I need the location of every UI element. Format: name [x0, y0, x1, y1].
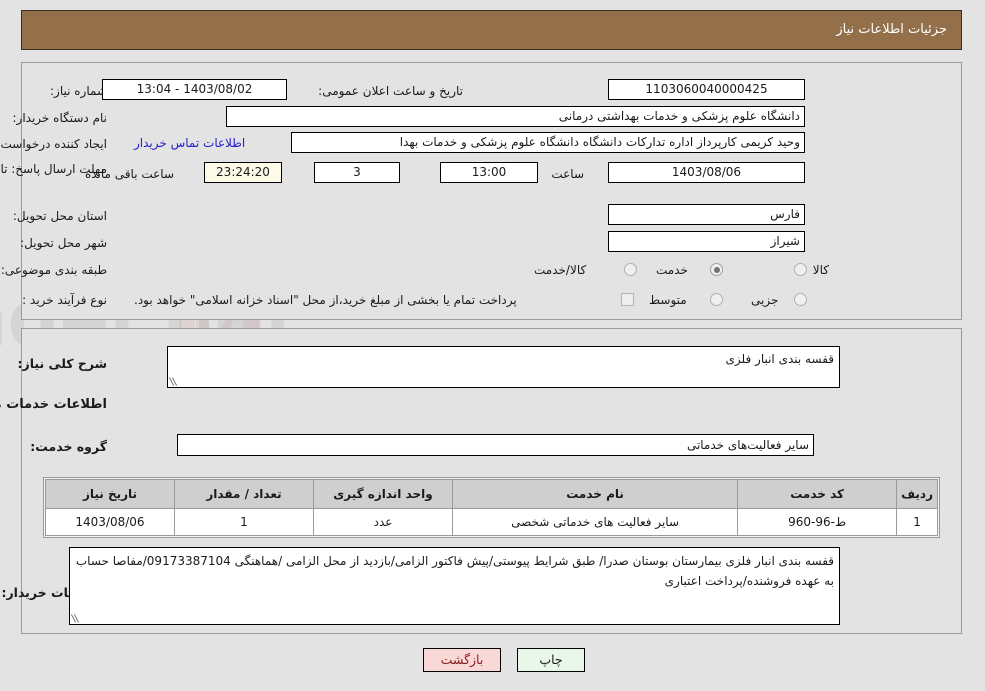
requester-label: ایجاد کننده درخواست: — [0, 137, 108, 151]
need-number-value: 1103060040000425 — [609, 79, 806, 100]
service-group-label: گروه خدمت: — [31, 439, 108, 454]
radio-process-motavasset[interactable] — [711, 293, 724, 306]
radio-category-kala-khedmat-label: کالا/خدمت — [535, 263, 588, 277]
countdown-timer-label: ساعت باقی مانده — [85, 167, 175, 181]
delivery-province-value: فارس — [609, 204, 806, 225]
table-header-row: ردیف کد خدمت نام خدمت واحد اندازه گیری ت… — [46, 479, 939, 509]
col-row: ردیف — [897, 479, 939, 509]
islamic-treasury-note: پرداخت تمام یا بخشی از مبلغ خرید،از محل … — [135, 293, 518, 307]
table-row: 1 ط-96-960 سایر فعالیت های خدماتی شخصی ع… — [46, 508, 939, 536]
buyer-contact-link[interactable]: اطلاعات تماس خریدار — [135, 136, 246, 150]
service-items-table: ردیف کد خدمت نام خدمت واحد اندازه گیری ت… — [46, 479, 939, 536]
announce-datetime-value: 1403/08/02 - 13:04 — [103, 79, 288, 100]
buyer-organization-value: دانشگاه علوم پزشکی و خدمات بهداشتی درمان… — [227, 106, 806, 127]
cell-code: ط-96-960 — [738, 508, 899, 536]
cell-qty: 1 — [175, 508, 315, 536]
col-date: تاریخ نیاز — [46, 479, 176, 509]
general-description-value: قفسه بندی انبار فلزی — [726, 352, 835, 366]
cell-row: 1 — [897, 508, 939, 536]
radio-category-kala-khedmat[interactable] — [625, 263, 638, 276]
service-items-table-wrapper: ردیف کد خدمت نام خدمت واحد اندازه گیری ت… — [44, 477, 941, 538]
buyer-notes-textarea[interactable]: قفسه بندی انبار فلزی بیمارستان بوستان صد… — [70, 547, 841, 625]
buyer-notes-value: قفسه بندی انبار فلزی بیمارستان بوستان صد… — [76, 554, 835, 588]
checkbox-islamic-treasury[interactable] — [622, 293, 635, 306]
purchase-process-label: نوع فرآیند خرید : — [23, 293, 108, 307]
deadline-date-value: 1403/08/06 — [609, 162, 806, 183]
delivery-city-label: شهر محل تحویل: — [21, 236, 108, 250]
radio-process-jozei-label: جزیی — [752, 293, 780, 307]
cell-unit: عدد — [314, 508, 454, 536]
buyer-organization-label: نام دستگاه خریدار: — [13, 111, 109, 125]
remaining-days-value: 3 — [315, 162, 401, 183]
col-unit: واحد اندازه گیری — [314, 479, 454, 509]
col-qty: تعداد / مقدار — [175, 479, 315, 509]
need-summary-panel — [22, 62, 963, 320]
deadline-hour-value: 13:00 — [441, 162, 539, 183]
window-title-bar: جزئیات اطلاعات نیاز — [22, 10, 963, 50]
cell-name: سایر فعالیت های خدماتی شخصی — [452, 508, 740, 536]
resize-grip-icon[interactable] — [171, 376, 181, 386]
subject-category-label: طبقه بندی موضوعی: — [1, 263, 108, 277]
general-description-label: شرح کلی نیاز: — [18, 356, 108, 371]
services-section-heading: اطلاعات خدمات مورد نیاز — [0, 397, 108, 412]
radio-process-jozei[interactable] — [795, 293, 808, 306]
back-button[interactable]: بازگشت — [424, 648, 502, 672]
radio-category-kala-label: کالا — [813, 263, 830, 277]
requester-value: وحید کریمی کارپرداز اداره تدارکات دانشگا… — [292, 132, 806, 153]
countdown-timer-value: 23:24:20 — [205, 162, 283, 183]
delivery-city-value: شیراز — [609, 231, 806, 252]
announce-datetime-label: تاریخ و ساعت اعلان عمومی: — [319, 84, 464, 98]
print-button[interactable]: چاپ — [518, 648, 586, 672]
col-code: کد خدمت — [738, 479, 899, 509]
deadline-hour-label: ساعت — [552, 167, 585, 181]
service-group-value: سایر فعالیت‌های خدماتی — [178, 434, 815, 456]
col-name: نام خدمت — [452, 479, 740, 509]
page-title: جزئیات اطلاعات نیاز — [837, 22, 948, 37]
resize-grip-icon-notes[interactable] — [73, 613, 83, 623]
cell-date: 1403/08/06 — [46, 508, 176, 536]
need-number-label: شماره نیاز: — [51, 84, 108, 98]
radio-process-motavasset-label: متوسط — [650, 293, 688, 307]
general-description-textarea[interactable]: قفسه بندی انبار فلزی — [168, 346, 841, 388]
radio-category-khedmat-label: خدمت — [657, 263, 689, 277]
delivery-province-label: استان محل تحویل: — [13, 209, 108, 223]
radio-category-khedmat[interactable] — [711, 263, 724, 276]
